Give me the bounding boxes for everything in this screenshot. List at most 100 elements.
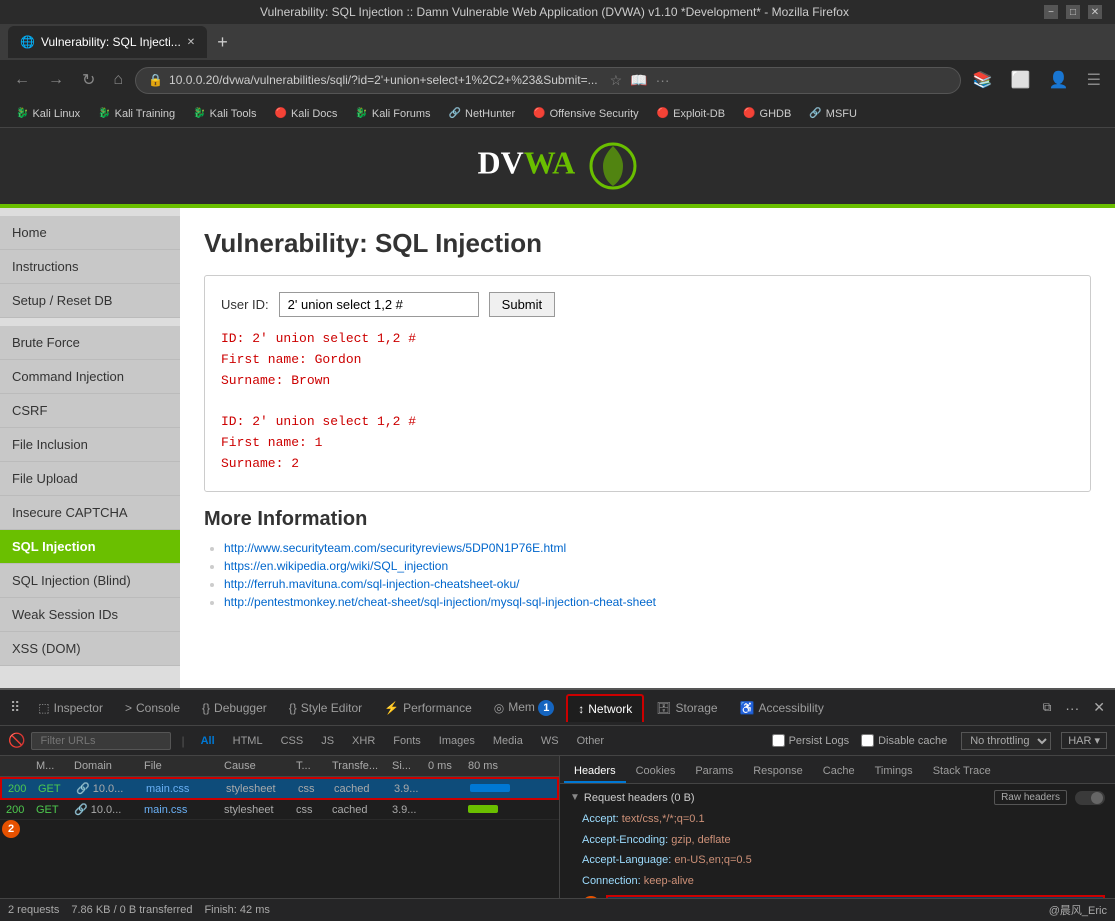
sidebar-item-file-inclusion[interactable]: File Inclusion [0,428,180,462]
link-4[interactable]: http://pentestmonkey.net/cheat-sheet/sql… [224,595,656,609]
devtools-more-button[interactable]: ··· [1059,700,1085,716]
performance-icon: ⚡ [384,701,399,715]
filter-js[interactable]: JS [315,733,340,749]
tab-debugger[interactable]: {} Debugger [192,695,277,721]
chevron-down-icon: ▼ [570,792,580,803]
persist-logs-label[interactable]: Persist Logs [772,734,850,747]
filter-urls-input[interactable] [31,732,171,750]
tab-inspector[interactable]: ⬚ Inspector [28,695,113,721]
sidebar-item-csrf[interactable]: CSRF [0,394,180,428]
list-item: http://ferruh.mavituna.com/sql-injection… [224,577,1091,591]
clear-network-button[interactable]: 🚫 [8,732,25,749]
close-button[interactable]: ✕ [1088,5,1102,19]
raw-headers-button[interactable]: Raw headers [994,790,1067,805]
sidebar-item-command-injection[interactable]: Command Injection [0,360,180,394]
bookmark-kali-forums[interactable]: 🐉 Kali Forums [347,106,438,122]
network-request-row-1[interactable]: 200 GET 🔗 10.0... main.css stylesheet cs… [0,777,559,800]
devtools-drag-button[interactable]: ⠿ [4,699,26,716]
sidebar-item-home[interactable]: Home [0,216,180,250]
userid-input[interactable] [279,292,479,317]
new-tab-button[interactable]: + [211,32,234,53]
sync-button[interactable]: ⬜ [1005,68,1037,92]
filter-html[interactable]: HTML [227,733,269,749]
tab-close-button[interactable]: ✕ [187,37,195,48]
devtools-close-button[interactable]: ✕ [1087,699,1111,716]
active-tab[interactable]: 🌐 Vulnerability: SQL Injecti... ✕ [8,26,207,58]
bookmark-exploit-db[interactable]: 🔴 Exploit-DB [649,106,733,122]
detail-tab-headers[interactable]: Headers [564,761,626,783]
filter-all[interactable]: All [195,733,221,749]
tab-console[interactable]: > Console [115,695,190,721]
persist-logs-checkbox[interactable] [772,734,785,747]
tab-storage[interactable]: 🗄 Storage [646,695,727,721]
bookmark-ghdb[interactable]: 🔴 GHDB [735,106,799,122]
filter-other[interactable]: Other [571,733,611,749]
bookmark-kali-tools[interactable]: 🐉 Kali Tools [185,106,264,122]
har-button[interactable]: HAR ▾ [1061,732,1107,749]
forward-button[interactable]: → [42,69,70,91]
url-bar[interactable]: 🔒 10.0.0.20/dvwa/vulnerabilities/sqli/?i… [135,67,961,94]
network-request-row-2[interactable]: 200 GET 🔗 10.0... main.css stylesheet cs… [0,800,559,820]
raw-toggle-label[interactable] [1075,791,1105,805]
detail-tab-timings[interactable]: Timings [865,761,923,783]
filter-xhr[interactable]: XHR [346,733,381,749]
kali-linux-icon: 🐉 [16,108,28,119]
filter-ws[interactable]: WS [535,733,565,749]
toggle-knob [1091,792,1103,804]
disable-cache-label[interactable]: Disable cache [861,734,947,747]
bookmark-nethunter[interactable]: 🔗 NetHunter [441,106,524,122]
input-row: User ID: Submit [221,292,1074,317]
bookmark-kali-training[interactable]: 🐉 Kali Training [90,106,183,122]
detail-tab-stack-trace[interactable]: Stack Trace [923,761,1001,783]
reader-mode-button[interactable]: 📖 [630,72,647,89]
detail-tab-cookies[interactable]: Cookies [626,761,686,783]
userid-label: User ID: [221,297,269,312]
tab-memory[interactable]: ◎ Mem 1 [484,694,564,722]
detail-tab-response[interactable]: Response [743,761,813,783]
restore-button[interactable]: □ [1066,5,1080,19]
filter-media[interactable]: Media [487,733,529,749]
tab-network[interactable]: ↕ Network [566,694,644,722]
bookmark-msfu[interactable]: 🔗 MSFU [801,106,865,122]
devtools-dock-button[interactable]: ⧉ [1037,700,1058,715]
submit-button[interactable]: Submit [489,292,555,317]
sidebar-item-sql-injection[interactable]: SQL Injection [0,530,180,564]
tab-performance[interactable]: ⚡ Performance [374,695,482,721]
back-button[interactable]: ← [8,69,36,91]
sidebar-item-file-upload[interactable]: File Upload [0,462,180,496]
bookmark-star-button[interactable]: ☆ [610,72,623,89]
filter-css[interactable]: CSS [275,733,310,749]
throttle-select[interactable]: No throttling [961,732,1051,750]
link-1[interactable]: http://www.securityteam.com/securityrevi… [224,541,566,555]
sidebar-item-xss-dom[interactable]: XSS (DOM) [0,632,180,666]
detail-tab-cache[interactable]: Cache [813,761,865,783]
filter-images[interactable]: Images [433,733,481,749]
extensions-button[interactable]: 📚 [967,68,999,92]
reload-button[interactable]: ↻ [76,68,101,92]
menu-button[interactable]: ☰ [1081,68,1107,92]
sidebar-item-instructions[interactable]: Instructions [0,250,180,284]
kali-tools-icon: 🐉 [193,108,205,119]
disable-cache-checkbox[interactable] [861,734,874,747]
sidebar-item-weak-session[interactable]: Weak Session IDs [0,598,180,632]
tab-accessibility[interactable]: ♿ Accessibility [730,695,834,721]
filter-separator: | [181,734,184,748]
bookmark-kali-docs[interactable]: 🔴 Kali Docs [267,106,346,122]
sidebar-item-setup[interactable]: Setup / Reset DB [0,284,180,318]
sidebar-item-brute-force[interactable]: Brute Force [0,326,180,360]
link-3[interactable]: http://ferruh.mavituna.com/sql-injection… [224,577,519,591]
sidebar-item-sql-injection-blind[interactable]: SQL Injection (Blind) [0,564,180,598]
bookmark-offensive-security[interactable]: 🔴 Offensive Security [525,106,647,122]
filter-fonts[interactable]: Fonts [387,733,427,749]
raw-toggle-switch[interactable] [1075,791,1105,805]
detail-tab-params[interactable]: Params [685,761,743,783]
home-button[interactable]: ⌂ [107,69,129,91]
more-options-button[interactable]: ··· [656,72,670,89]
sidebar-item-insecure-captcha[interactable]: Insecure CAPTCHA [0,496,180,530]
tab-style-editor[interactable]: {} Style Editor [279,695,372,721]
minimize-button[interactable]: − [1044,5,1058,19]
bookmark-kali-linux[interactable]: 🐉 Kali Linux [8,106,88,122]
link-2[interactable]: https://en.wikipedia.org/wiki/SQL_inject… [224,559,448,573]
memory-icon: ◎ [494,701,504,715]
account-button[interactable]: 👤 [1043,68,1075,92]
